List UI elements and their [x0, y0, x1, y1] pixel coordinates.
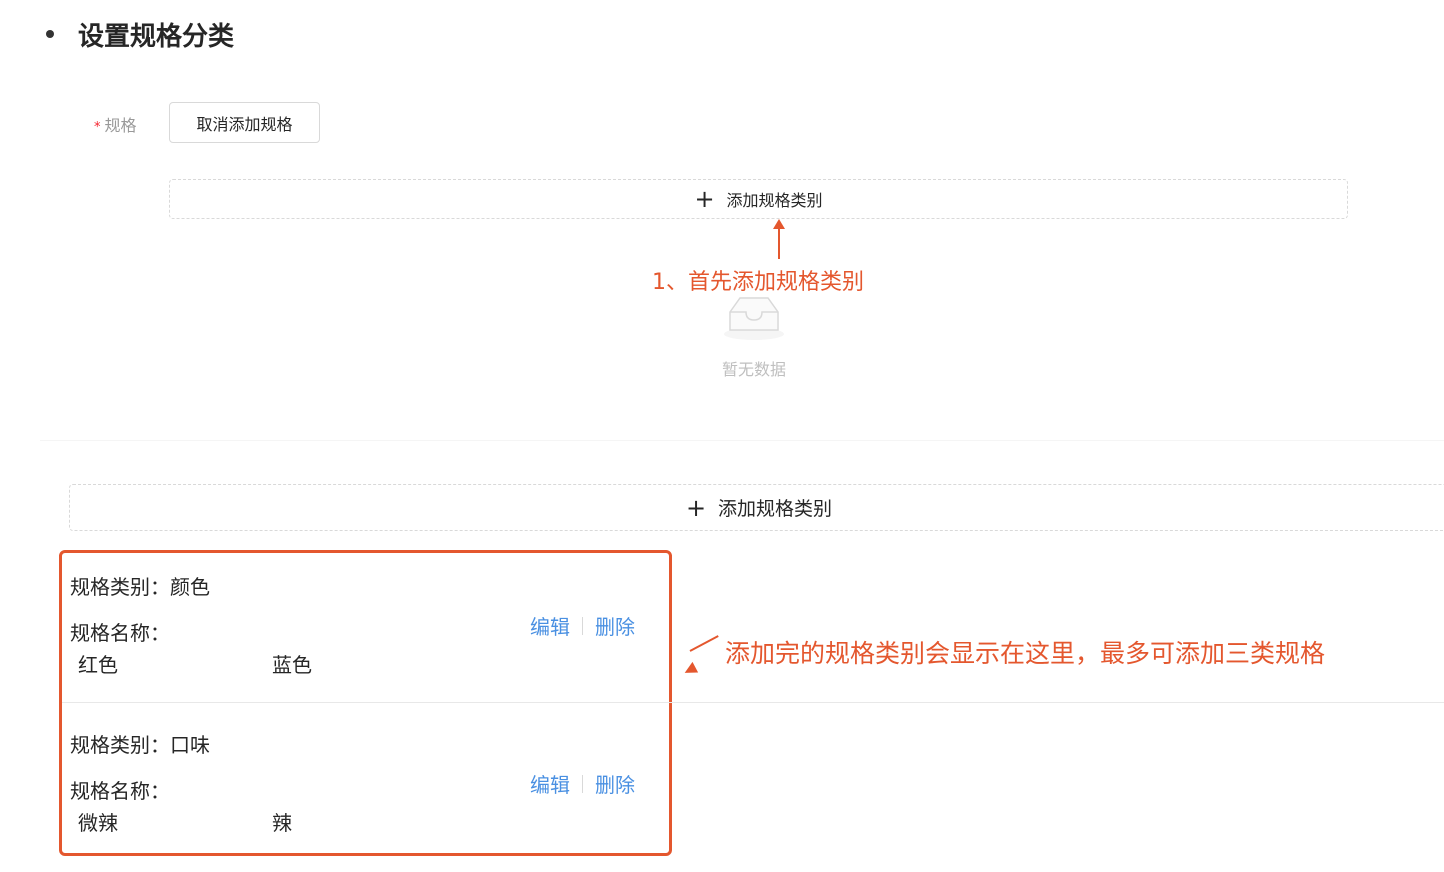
- row-2-actions: 编辑 删除: [530, 769, 635, 798]
- edit-link[interactable]: 编辑: [530, 769, 570, 798]
- bullet-icon: [46, 30, 54, 38]
- empty-inbox-icon: [724, 297, 784, 340]
- spec-field-label: * 规格: [94, 112, 137, 136]
- category-row-2-title: 规格类别：口味: [70, 729, 210, 758]
- spec-label-text: 规格: [104, 116, 137, 135]
- annotation-arrow-left: [689, 635, 719, 652]
- spec-name-value: 辣: [272, 811, 292, 835]
- spec-name-value: 微辣: [78, 811, 118, 835]
- section-heading: 设置规格分类: [46, 14, 234, 54]
- add-category-label: 添加规格类别: [718, 498, 833, 520]
- category-label: 规格类别：: [70, 575, 170, 599]
- section-divider: [40, 440, 1444, 441]
- add-category-button-top[interactable]: + 添加规格类别: [169, 179, 1348, 219]
- annotation-arrow-head: [681, 661, 699, 679]
- add-category-label: 添加规格类别: [726, 191, 823, 210]
- spec-names-label: 规格名称：: [70, 779, 170, 803]
- required-mark: *: [94, 120, 101, 135]
- action-separator: [582, 616, 583, 635]
- category-label: 规格类别：: [70, 733, 170, 757]
- row-1-actions: 编辑 删除: [530, 611, 635, 640]
- cancel-add-spec-button[interactable]: 取消添加规格: [169, 102, 320, 143]
- spec-names-label: 规格名称：: [70, 621, 170, 645]
- delete-link[interactable]: 删除: [595, 611, 635, 640]
- spec-category-list: 规格类别：颜色 规格名称： 红色 蓝色 编辑 删除 规格类别：口味 规格名称： …: [59, 550, 1444, 856]
- empty-state-text: 暂无数据: [722, 360, 787, 379]
- edit-link[interactable]: 编辑: [530, 611, 570, 640]
- category-value: 颜色: [170, 575, 210, 599]
- spec-name-value: 蓝色: [272, 653, 312, 677]
- annotation-arrow-up: [773, 219, 785, 259]
- spec-name-value: 红色: [78, 653, 118, 677]
- category-row-1-title: 规格类别：颜色: [70, 571, 210, 600]
- add-category-button-bottom[interactable]: + 添加规格类别: [69, 484, 1444, 531]
- delete-link[interactable]: 删除: [595, 769, 635, 798]
- plus-icon: +: [694, 185, 715, 213]
- category-value: 口味: [170, 733, 210, 757]
- annotation-second-step: 添加完的规格类别会显示在这里，最多可添加三类规格: [725, 639, 1326, 668]
- plus-icon: +: [685, 493, 707, 522]
- action-separator: [582, 774, 583, 793]
- row-divider: [62, 702, 1444, 703]
- page-title: 设置规格分类: [78, 21, 235, 52]
